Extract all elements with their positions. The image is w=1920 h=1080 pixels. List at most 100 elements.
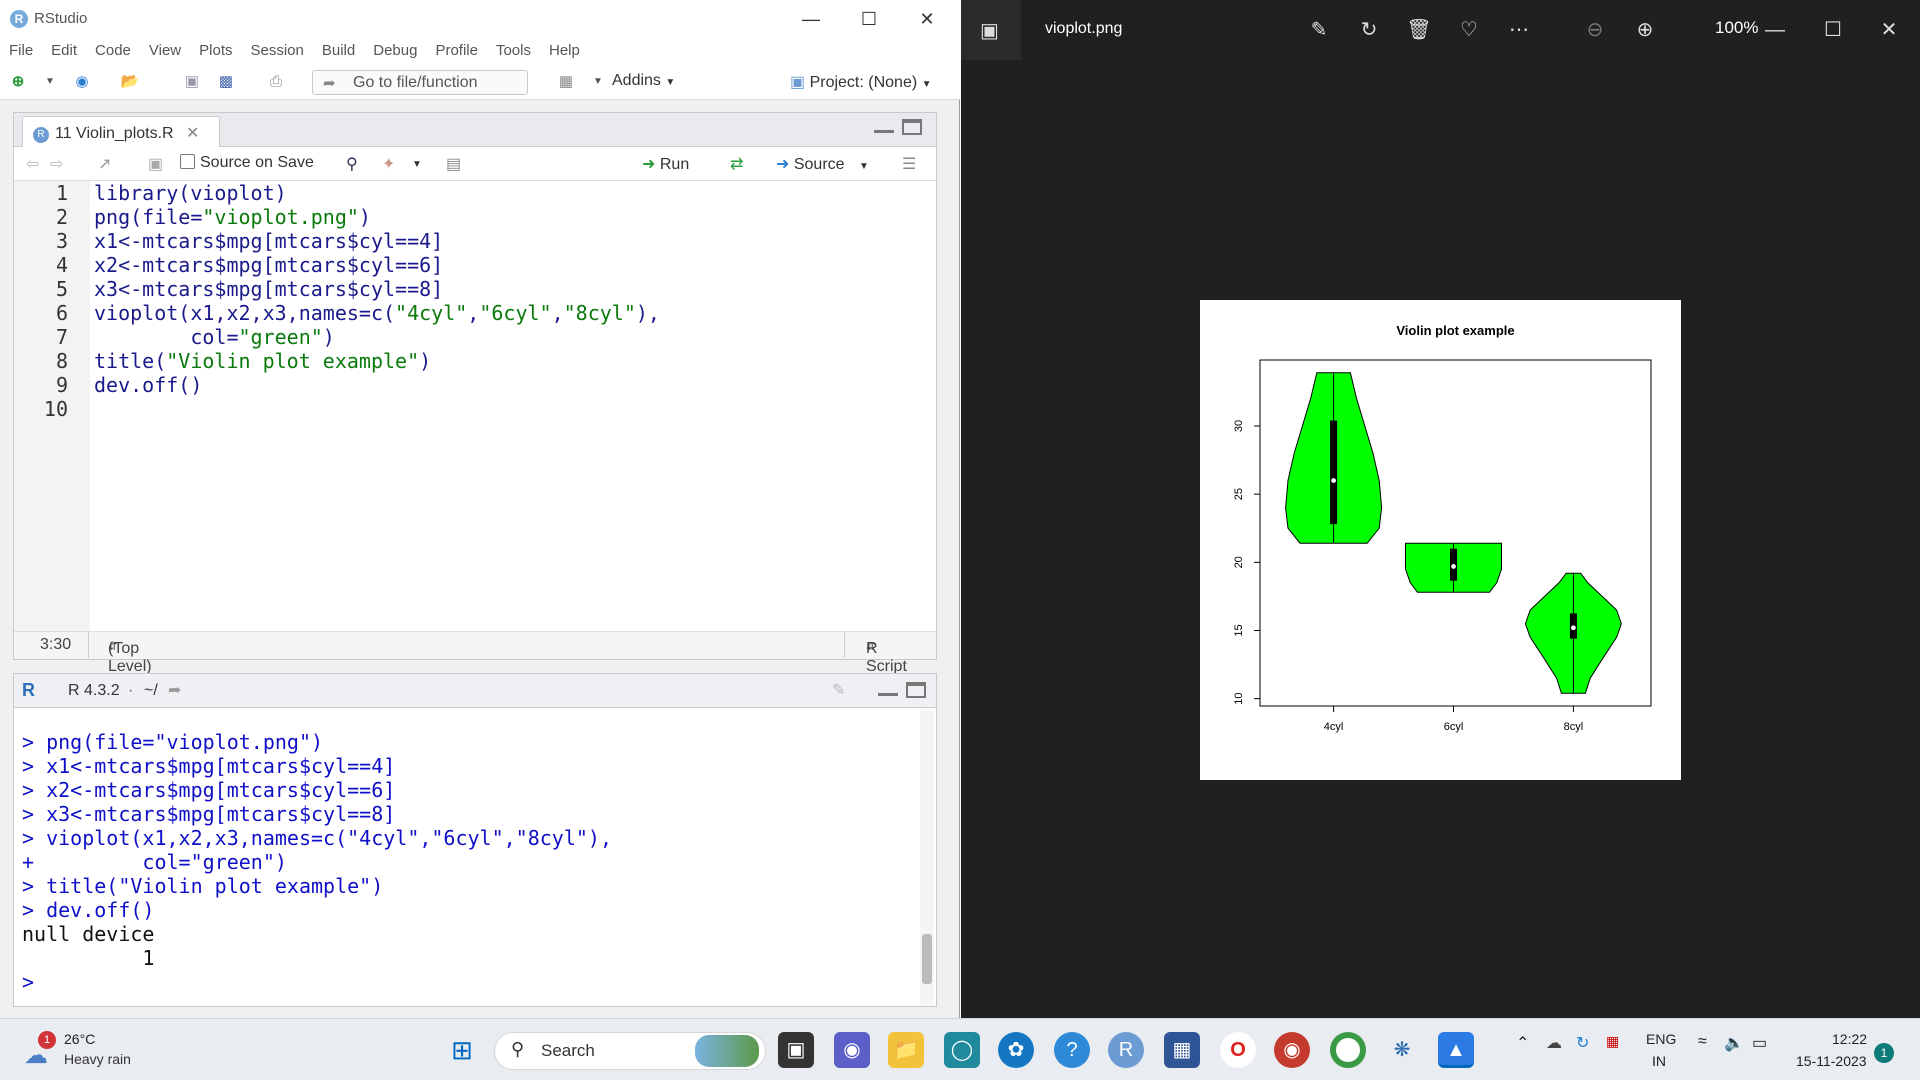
code-line: title("Violin plot example"): [94, 349, 432, 373]
compile-report-icon[interactable]: ▤: [446, 154, 461, 174]
delete-icon[interactable]: 🗑: [1405, 16, 1433, 44]
menu-view[interactable]: View: [140, 38, 190, 59]
minimize-pane-icon[interactable]: [874, 125, 894, 133]
new-file-dropdown-icon[interactable]: ▼: [40, 73, 60, 91]
close-tab-icon[interactable]: ✕: [186, 125, 199, 142]
opera-browser-icon[interactable]: O: [1220, 1032, 1256, 1068]
run-arrow-icon: ➜: [642, 156, 656, 173]
minimize-button[interactable]: —: [782, 0, 840, 38]
viewer-maximize-button[interactable]: ☐: [1819, 16, 1847, 44]
source-dropdown-icon[interactable]: ▼: [859, 161, 869, 172]
clock-time[interactable]: 12:22: [1832, 1031, 1867, 1047]
new-file-icon[interactable]: ⊕: [8, 73, 28, 91]
go-to-dir-icon[interactable]: ➦: [168, 680, 181, 700]
menu-build[interactable]: Build: [313, 38, 364, 59]
open-file-icon[interactable]: 📂: [120, 73, 140, 91]
notification-badge[interactable]: 1: [1874, 1043, 1894, 1063]
office-app-icon[interactable]: ▦: [1164, 1032, 1200, 1068]
store-app-icon[interactable]: ◯: [944, 1032, 980, 1068]
edge-browser-icon[interactable]: ✿: [998, 1032, 1034, 1068]
onedrive-icon[interactable]: ☁: [1546, 1033, 1562, 1053]
calendar-tray-icon[interactable]: ▦: [1606, 1033, 1619, 1050]
print-icon[interactable]: ⎙: [266, 73, 286, 91]
menu-tools[interactable]: Tools: [487, 38, 540, 59]
weather-widget[interactable]: ☁ 1: [22, 1031, 56, 1069]
tab-violin-plots[interactable]: R 11 Violin_plots.R ✕: [22, 116, 220, 147]
minimize-console-icon[interactable]: [878, 688, 898, 696]
zoom-in-icon[interactable]: ⊕: [1631, 16, 1659, 44]
menu-plots[interactable]: Plots: [190, 38, 241, 59]
weather-temp: 26°C: [64, 1031, 96, 1047]
language-bottom[interactable]: IN: [1652, 1053, 1666, 1069]
scrollbar-thumb[interactable]: [922, 934, 932, 984]
owl-app-icon[interactable]: ◉: [1274, 1032, 1310, 1068]
help-app-icon[interactable]: ?: [1054, 1032, 1090, 1068]
show-in-window-icon[interactable]: ↗: [98, 154, 111, 174]
clear-console-icon[interactable]: ✎: [832, 680, 845, 700]
maximize-console-icon[interactable]: [906, 682, 926, 698]
maximize-pane-icon[interactable]: [902, 119, 922, 135]
snip-tool-icon[interactable]: ❋: [1384, 1032, 1420, 1068]
more-options-icon[interactable]: ⋯: [1505, 16, 1533, 44]
menu-profile[interactable]: Profile: [426, 38, 487, 59]
clock-date[interactable]: 15-11-2023: [1796, 1053, 1867, 1069]
source-label: Source: [793, 156, 845, 173]
rotate-icon[interactable]: ↻: [1355, 16, 1383, 44]
maximize-button[interactable]: ☐: [840, 0, 898, 38]
source-button[interactable]: ➜ Source ▼: [776, 154, 869, 174]
favorite-heart-icon[interactable]: ♡: [1455, 16, 1483, 44]
checkbox-box[interactable]: [180, 154, 195, 169]
volume-icon[interactable]: 🔈: [1724, 1033, 1744, 1053]
show-hidden-icons[interactable]: ⌃: [1516, 1033, 1529, 1053]
workspace-panes-icon[interactable]: ▦: [556, 73, 576, 91]
console-output[interactable]: > png(file="vioplot.png") > x1<-mtcars$mp…: [22, 730, 902, 1000]
save-all-icon[interactable]: ▩: [216, 73, 236, 91]
battery-icon[interactable]: ▭: [1752, 1033, 1767, 1053]
panes-dropdown-icon[interactable]: ▼: [588, 73, 608, 91]
goto-file-function-input[interactable]: ➦ Go to file/function: [312, 70, 528, 95]
back-icon[interactable]: ⇦: [26, 154, 39, 174]
file-explorer-icon[interactable]: 📁: [888, 1032, 924, 1068]
document-outline-icon[interactable]: ☰: [902, 154, 916, 174]
code-editor[interactable]: library(vioplot) png(file="vioplot.png")…: [94, 181, 934, 631]
close-button[interactable]: ✕: [898, 0, 956, 38]
wifi-icon[interactable]: ≈: [1698, 1033, 1707, 1051]
forward-icon[interactable]: ⇨: [50, 154, 63, 174]
edit-image-icon[interactable]: ✎: [1305, 16, 1333, 44]
save-icon[interactable]: ▣: [182, 73, 202, 91]
menu-debug[interactable]: Debug: [364, 38, 426, 59]
menu-code[interactable]: Code: [86, 38, 140, 59]
menu-help[interactable]: Help: [540, 38, 589, 59]
menu-session[interactable]: Session: [242, 38, 313, 59]
sync-icon[interactable]: ↻: [1576, 1033, 1589, 1053]
viewer-close-button[interactable]: ✕: [1875, 16, 1903, 44]
find-icon[interactable]: ⚲: [346, 154, 358, 174]
teams-chat-icon[interactable]: ◉: [834, 1032, 870, 1068]
addins-menu[interactable]: Addins ▼: [612, 72, 675, 90]
taskbar-search[interactable]: ⚲ Search: [494, 1032, 766, 1070]
photos-app-icon[interactable]: ▲: [1438, 1032, 1474, 1068]
source-on-save-checkbox[interactable]: Source on Save: [180, 154, 314, 172]
code-tools-dropdown-icon[interactable]: ▼: [412, 159, 422, 170]
run-button[interactable]: ➜ Run: [642, 154, 689, 174]
viewer-nav-button[interactable]: ▣: [961, 0, 1021, 60]
zoom-level[interactable]: 100%: [1715, 18, 1758, 38]
working-dir[interactable]: ~/: [144, 682, 158, 700]
zoom-out-icon[interactable]: ⊖: [1581, 16, 1609, 44]
menu-file[interactable]: File: [0, 38, 42, 59]
viewer-minimize-button[interactable]: —: [1761, 16, 1789, 44]
chart-title: Violin plot example: [1396, 323, 1514, 338]
console-scrollbar[interactable]: [920, 710, 934, 1006]
console-line: > title("Violin plot example"): [22, 874, 384, 898]
rerun-icon[interactable]: ⇄: [730, 154, 743, 174]
task-view-icon[interactable]: ▣: [778, 1032, 814, 1068]
code-tools-icon[interactable]: ✦: [382, 154, 395, 174]
language-top[interactable]: ENG: [1646, 1031, 1676, 1047]
project-menu[interactable]: ▣ Project: (None) ▼: [790, 72, 932, 92]
menu-edit[interactable]: Edit: [42, 38, 86, 59]
rstudio-taskbar-icon[interactable]: R: [1108, 1032, 1144, 1068]
save-file-icon[interactable]: ▣: [148, 154, 163, 174]
start-button-icon[interactable]: ⊞: [444, 1032, 480, 1068]
chrome-browser-icon[interactable]: [1330, 1032, 1366, 1068]
new-project-icon[interactable]: ◉: [72, 73, 92, 91]
